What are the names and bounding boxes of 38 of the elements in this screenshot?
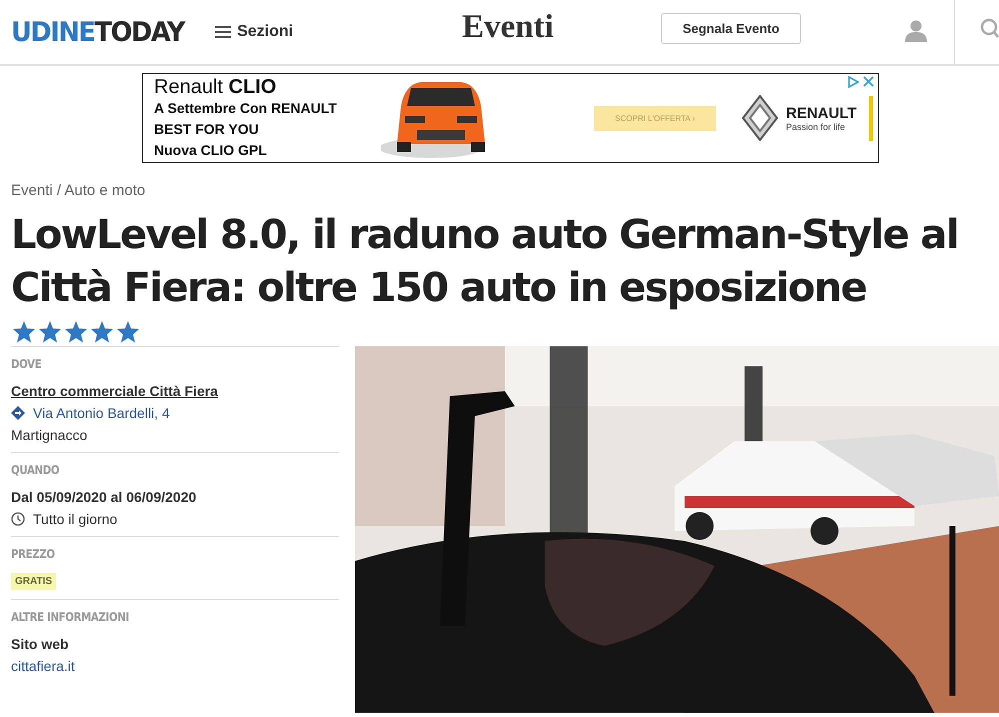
ad-banner[interactable]: Renault CLIO A Settembre Con RENAULT BEST FOR YOU Nuova CLIO GPL SCOPRI L'OFFERTA › RENAULT Passion for life bbox=[142, 73, 879, 163]
star-icon bbox=[116, 320, 140, 343]
section-heading: DOVE bbox=[11, 357, 42, 371]
detail-text: Sito web bbox=[11, 636, 69, 652]
ad-text: BEST FOR YOU bbox=[154, 120, 260, 138]
price-tag: GRATIS bbox=[11, 573, 56, 590]
website-link[interactable]: cittafiera.it bbox=[11, 658, 75, 674]
search-icon[interactable] bbox=[980, 18, 999, 40]
close-icon[interactable] bbox=[863, 76, 874, 87]
ad-text: A Settembre Con RENAULT bbox=[154, 98, 338, 118]
report-event-button[interactable]: Segnala Evento bbox=[661, 13, 801, 44]
ad-text: Nuova CLIO GPL bbox=[154, 140, 268, 160]
star-icon bbox=[64, 320, 88, 343]
site-logo[interactable]: UDINETODAY bbox=[11, 16, 184, 48]
clock-icon bbox=[11, 512, 25, 526]
menu-icon bbox=[215, 26, 232, 38]
section-heading: PREZZO bbox=[11, 547, 55, 561]
directions-icon bbox=[11, 406, 25, 420]
city-text: Martignacco bbox=[11, 427, 88, 443]
section-heading: ALTRE INFORMAZIONI bbox=[11, 610, 129, 624]
section-title: Eventi bbox=[462, 9, 554, 46]
star-icon bbox=[38, 320, 62, 343]
ad-headline: Renault CLIO bbox=[154, 76, 278, 98]
detail-text: Dal 05/09/2020 al 06/09/2020 bbox=[11, 489, 196, 505]
menu-button[interactable]: Sezioni bbox=[215, 23, 294, 41]
article-title: LowLevel 8.0, il raduno auto German-Style al Città Fiera: oltre 150 auto in esposizione bbox=[11, 211, 959, 313]
diamond-logo-icon bbox=[742, 95, 778, 141]
play-icon[interactable] bbox=[847, 76, 859, 88]
venue-link[interactable]: Centro commerciale Città Fiera bbox=[11, 383, 218, 399]
accent-bar bbox=[868, 96, 873, 140]
time-text: Tutto il giorno bbox=[33, 511, 118, 527]
brand-tagline: Passion for life bbox=[786, 122, 846, 132]
star-icon bbox=[12, 320, 36, 343]
user-icon[interactable] bbox=[905, 20, 927, 42]
section-heading: QUANDO bbox=[11, 463, 60, 477]
star-icon bbox=[90, 320, 114, 343]
breadcrumb[interactable]: Eventi / Auto e moto bbox=[11, 182, 146, 199]
brand-name: RENAULT bbox=[786, 104, 857, 122]
